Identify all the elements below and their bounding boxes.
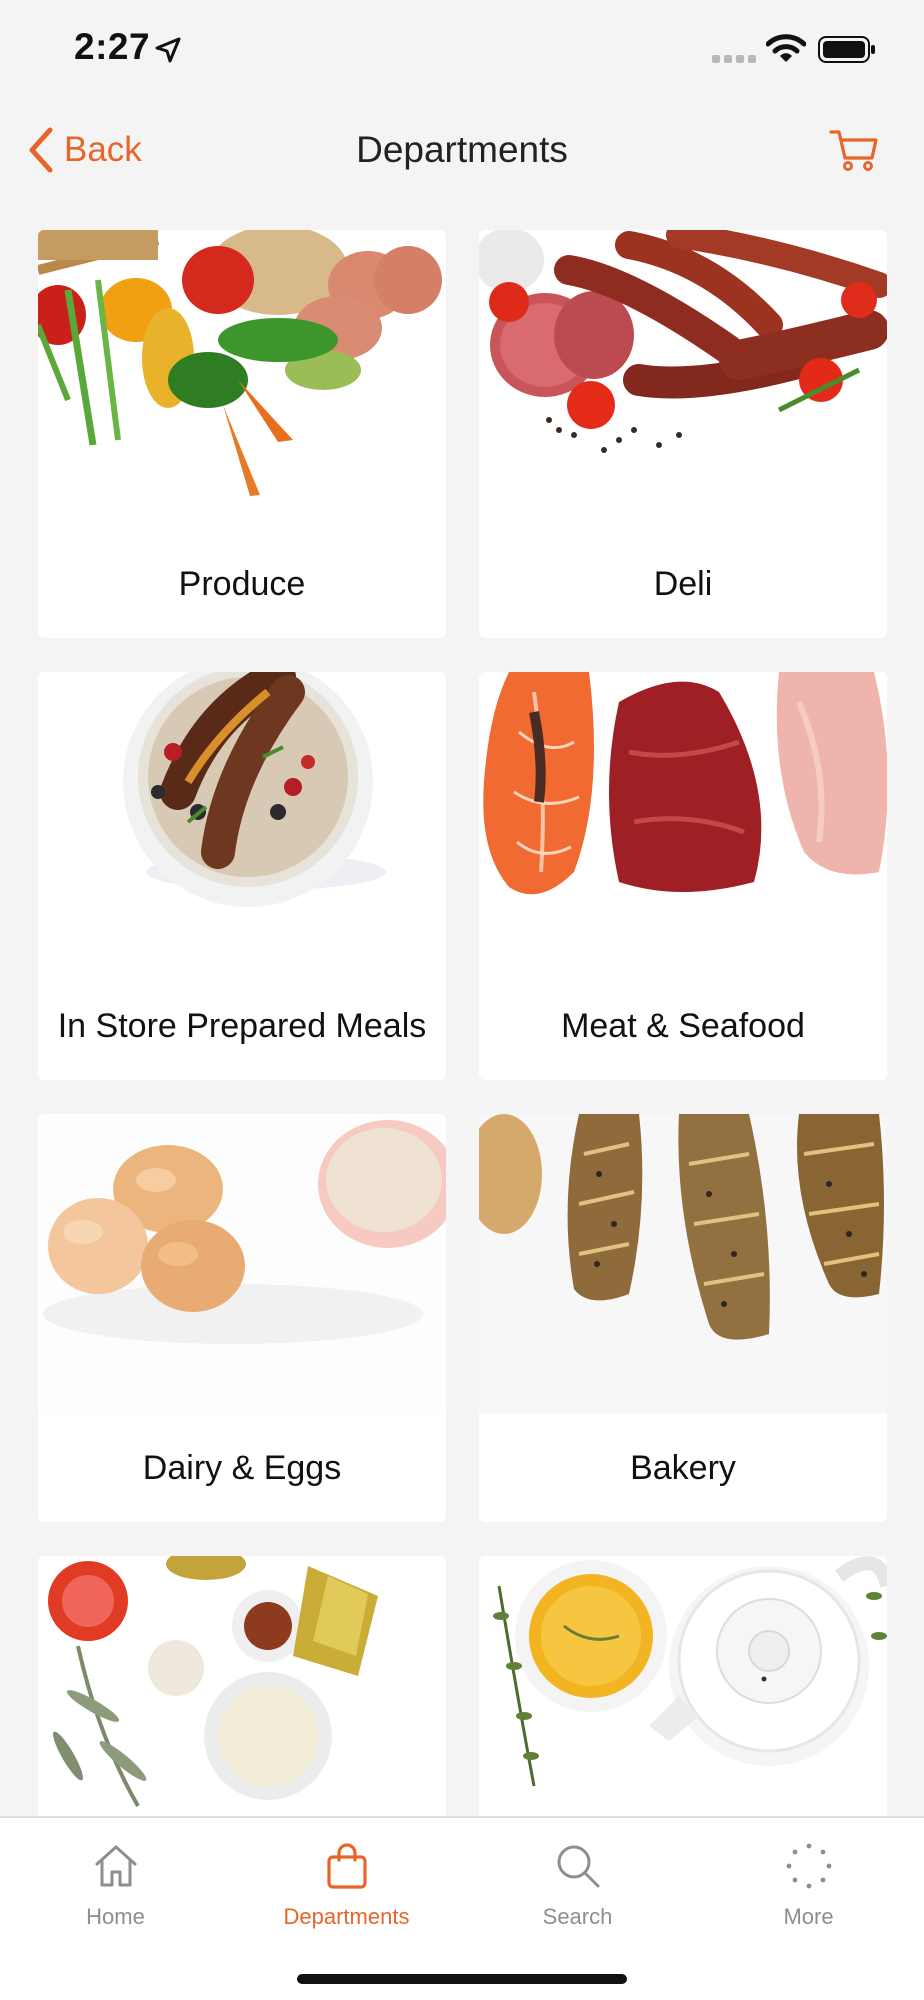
department-label: Bakery <box>630 1448 736 1487</box>
back-button[interactable]: Back <box>26 110 142 190</box>
chevron-left-icon <box>29 127 53 173</box>
department-label: Deli <box>653 564 713 603</box>
status-bar: 2:27 <box>0 0 924 100</box>
department-card-bakery[interactable]: Bakery <box>479 1114 887 1522</box>
department-card-dairy-eggs[interactable]: Dairy & Eggs <box>38 1114 446 1522</box>
home-icon <box>95 1845 136 1887</box>
department-label: Dairy & Eggs <box>142 1448 342 1487</box>
tab-label: Departments <box>283 1904 410 1929</box>
tab-label: Search <box>542 1904 613 1929</box>
tab-bar: Home Departments Search More <box>0 1816 924 2000</box>
tab-search[interactable]: Search <box>462 1818 693 1948</box>
status-time: 2:27 <box>74 26 151 67</box>
screen: 2:27 Departments Back Produce Deli In St… <box>0 0 924 2000</box>
shopping-bag-icon <box>326 1843 367 1889</box>
spices-oil-image <box>38 1556 446 1856</box>
tab-more[interactable]: More <box>693 1818 924 1948</box>
department-card-produce[interactable]: Produce <box>38 230 446 638</box>
wifi-icon <box>766 34 806 62</box>
department-card-prepared-meals[interactable]: In Store Prepared Meals <box>38 672 446 1080</box>
search-icon <box>557 1845 599 1888</box>
location-arrow-icon <box>155 37 181 63</box>
eggs-milk-image <box>38 1114 446 1414</box>
sausages-image <box>479 230 887 530</box>
tea-pot-image <box>479 1556 887 1856</box>
department-label: Meat & Seafood <box>561 1006 805 1045</box>
department-card-meat-seafood[interactable]: Meat & Seafood <box>479 672 887 1080</box>
cart-icon[interactable] <box>828 124 880 176</box>
salmon-beef-chicken-image <box>479 672 887 972</box>
navigation-bar: Departments Back <box>0 110 924 190</box>
porridge-bowl-image <box>38 672 446 972</box>
department-label: In Store Prepared Meals <box>57 1006 427 1045</box>
department-card-deli[interactable]: Deli <box>479 230 887 638</box>
tab-home[interactable]: Home <box>0 1818 231 1948</box>
tab-departments[interactable]: Departments <box>231 1818 462 1948</box>
tab-label: More <box>783 1904 834 1929</box>
home-indicator <box>297 1974 627 1984</box>
tab-label: Home <box>86 1904 145 1929</box>
cellular-signal-icon <box>712 55 756 63</box>
back-label: Back <box>64 130 142 169</box>
battery-icon <box>818 36 875 63</box>
more-spinner-icon <box>786 1843 831 1889</box>
vegetables-image <box>38 230 446 530</box>
baguettes-image <box>479 1114 887 1414</box>
department-label: Produce <box>178 564 306 603</box>
